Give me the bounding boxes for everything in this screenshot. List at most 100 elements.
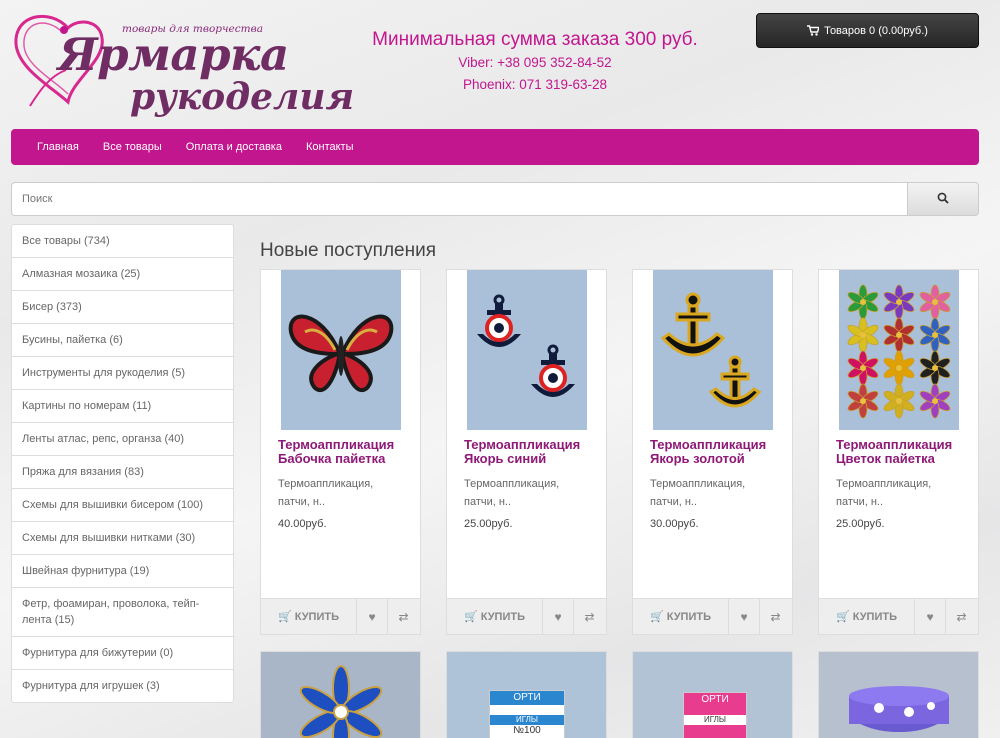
product-card: Термоаппликация Цветок пайетка Термоаппл… <box>818 269 979 635</box>
buy-button[interactable]: 🛒 КУПИТЬ <box>261 599 357 634</box>
product-image[interactable]: ОРТИ ИГЛЫ №100 <box>447 652 606 738</box>
category-item[interactable]: Алмазная мозаика (25) <box>12 258 233 291</box>
search-bar <box>11 182 979 216</box>
product-description: Термоаппликация, патчи, н.. <box>650 478 746 508</box>
cart-label: Товаров 0 (0.00руб.) <box>824 24 928 37</box>
product-card: ОРТИ ИГЛЫ №100 <box>446 651 607 738</box>
search-input[interactable] <box>11 182 907 216</box>
buy-button[interactable]: 🛒 КУПИТЬ <box>633 599 729 634</box>
category-item[interactable]: Бусины, пайетка (6) <box>12 324 233 357</box>
product-image[interactable] <box>839 270 959 430</box>
compare-button[interactable]: ⇄ <box>574 599 605 634</box>
product-actions: 🛒 КУПИТЬ ♥ ⇄ <box>447 598 606 634</box>
buy-label: КУПИТЬ <box>294 610 339 623</box>
package-label: ИГЛЫ <box>684 715 746 725</box>
shopping-cart-icon <box>807 25 820 36</box>
package-brand: ОРТИ <box>490 691 564 705</box>
product-actions: 🛒 КУПИТЬ ♥ ⇄ <box>261 598 420 634</box>
heart-icon: ♥ <box>926 609 934 624</box>
product-description: Термоаппликация, патчи, н.. <box>464 478 560 508</box>
package-label: ИГЛЫ <box>490 715 564 725</box>
header-contacts: Минимальная сумма заказа 300 руб. Viber:… <box>330 28 740 96</box>
category-item[interactable]: Фурнитура для игрушек (3) <box>12 670 233 702</box>
category-item[interactable]: Фурнитура для бижутерии (0) <box>12 637 233 670</box>
product-description: Термоаппликация, патчи, н.. <box>836 478 932 508</box>
compare-button[interactable]: ⇄ <box>946 599 977 634</box>
product-title[interactable]: Термоаппликация Якорь золотой <box>650 438 792 466</box>
site-logo[interactable]: товары для творчества Ярмарка рукоделия <box>10 10 354 122</box>
nav-all-products[interactable]: Все товары <box>103 141 162 153</box>
category-item[interactable]: Пряжа для вязания (83) <box>12 456 233 489</box>
product-image[interactable] <box>653 270 773 430</box>
wishlist-button[interactable]: ♥ <box>357 599 388 634</box>
product-image[interactable] <box>281 270 401 430</box>
heart-icon: ♥ <box>368 609 376 624</box>
heart-icon: ♥ <box>554 609 562 624</box>
category-item[interactable]: Швейная фурнитура (19) <box>12 555 233 588</box>
product-card <box>818 651 979 738</box>
buy-label: КУПИТЬ <box>666 610 711 623</box>
cart-icon: 🛒 <box>650 611 664 623</box>
product-description: Термоаппликация, патчи, н.. <box>278 478 374 508</box>
product-actions: 🛒 КУПИТЬ ♥ ⇄ <box>633 598 792 634</box>
product-card: Термоаппликация Якорь золотой Термоаппли… <box>632 269 793 635</box>
section-title: Новые поступления <box>260 240 436 261</box>
product-title[interactable]: Термоаппликация Якорь синий <box>464 438 606 466</box>
product-image[interactable] <box>819 652 978 738</box>
product-card <box>260 651 421 738</box>
buy-button[interactable]: 🛒 КУПИТЬ <box>819 599 915 634</box>
category-item[interactable]: Схемы для вышивки нитками (30) <box>12 522 233 555</box>
product-title[interactable]: Термоаппликация Бабочка пайетка <box>278 438 420 466</box>
phoenix-phone: Phoenix: 071 319-63-28 <box>462 77 608 92</box>
product-price: 25.00руб. <box>836 518 885 530</box>
wishlist-button[interactable]: ♥ <box>915 599 946 634</box>
product-image[interactable] <box>261 652 420 738</box>
compare-button[interactable]: ⇄ <box>388 599 419 634</box>
logo-subtitle: рукоделия <box>130 76 355 118</box>
package-brand: ОРТИ <box>701 694 729 705</box>
product-price: 25.00руб. <box>464 518 513 530</box>
nav-contacts[interactable]: Контакты <box>306 141 354 153</box>
buy-button[interactable]: 🛒 КУПИТЬ <box>447 599 543 634</box>
cart-icon: 🛒 <box>278 611 292 623</box>
compare-icon: ⇄ <box>770 609 781 624</box>
product-card: Термоаппликация Якорь синий Термоапплика… <box>446 269 607 635</box>
category-item[interactable]: Ленты атлас, репс, органза (40) <box>12 423 233 456</box>
buy-label: КУПИТЬ <box>852 610 897 623</box>
search-button[interactable] <box>907 182 979 216</box>
search-icon <box>937 192 949 204</box>
category-list: Все товары (734) Алмазная мозаика (25) Б… <box>11 224 234 703</box>
category-item[interactable]: Бисер (373) <box>12 291 233 324</box>
category-item[interactable]: Инструменты для рукоделия (5) <box>12 357 233 390</box>
product-actions: 🛒 КУПИТЬ ♥ ⇄ <box>819 598 978 634</box>
wishlist-button[interactable]: ♥ <box>729 599 760 634</box>
product-card: ОРТИ ИГЛЫ <box>632 651 793 738</box>
package-number: №100 <box>513 725 541 736</box>
compare-icon: ⇄ <box>584 609 595 624</box>
cart-button[interactable]: Товаров 0 (0.00руб.) <box>756 13 979 48</box>
main-nav: Главная Все товары Оплата и доставка Кон… <box>11 129 979 165</box>
product-title[interactable]: Термоаппликация Цветок пайетка <box>836 438 978 466</box>
category-item[interactable]: Все товары (734) <box>12 225 233 258</box>
nav-payment-delivery[interactable]: Оплата и доставка <box>186 141 282 153</box>
logo-title: Ярмарка <box>58 28 289 81</box>
product-image[interactable]: ОРТИ ИГЛЫ <box>633 652 792 738</box>
cart-icon: 🛒 <box>836 611 850 623</box>
viber-phone: Viber: +38 095 352-84-52 <box>458 55 612 70</box>
product-image[interactable] <box>467 270 587 430</box>
product-price: 40.00руб. <box>278 518 327 530</box>
cart-icon: 🛒 <box>464 611 478 623</box>
wishlist-button[interactable]: ♥ <box>543 599 574 634</box>
product-card: Термоаппликация Бабочка пайетка Термоапп… <box>260 269 421 635</box>
nav-home[interactable]: Главная <box>37 141 79 153</box>
compare-icon: ⇄ <box>398 609 409 624</box>
compare-button[interactable]: ⇄ <box>760 599 791 634</box>
product-price: 30.00руб. <box>650 518 699 530</box>
buy-label: КУПИТЬ <box>480 610 525 623</box>
compare-icon: ⇄ <box>956 609 967 624</box>
category-item[interactable]: Фетр, фоамиран, проволока, тейп-лента (1… <box>12 588 233 637</box>
min-order-text: Минимальная сумма заказа 300 руб. <box>372 29 698 50</box>
heart-icon: ♥ <box>740 609 748 624</box>
category-item[interactable]: Картины по номерам (11) <box>12 390 233 423</box>
category-item[interactable]: Схемы для вышивки бисером (100) <box>12 489 233 522</box>
